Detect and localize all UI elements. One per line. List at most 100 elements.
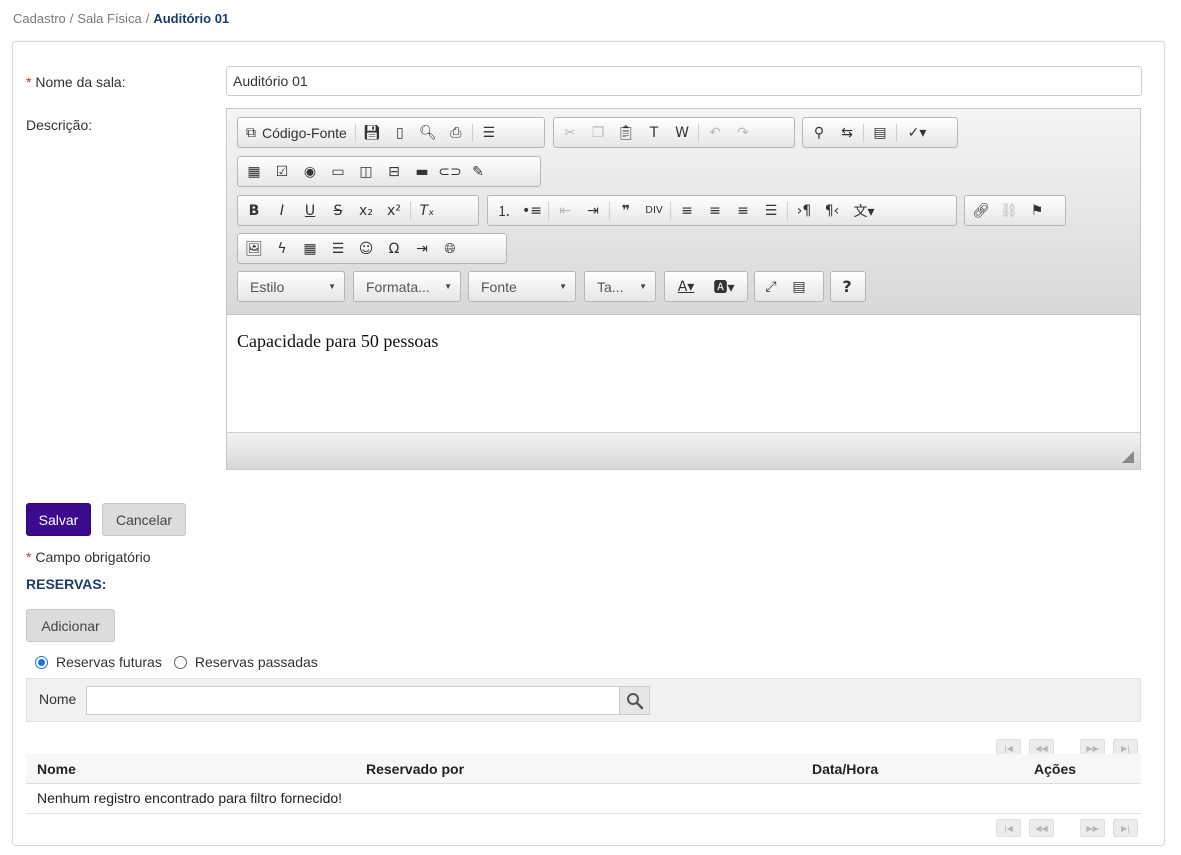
radio-past-label[interactable]: Reservas passadas (195, 654, 318, 670)
justify-icon[interactable]: ☰ (757, 198, 785, 223)
align-right-icon[interactable]: ≡ (729, 198, 757, 223)
special-char-icon[interactable]: Ω (380, 236, 408, 261)
copy-icon[interactable]: ❐ (584, 120, 612, 145)
show-blocks-icon[interactable]: ▤ (785, 274, 813, 299)
radio-future-label[interactable]: Reservas futuras (56, 654, 162, 670)
spellcheck-icon[interactable]: ✓▾ (899, 120, 935, 145)
paste-icon[interactable]: 📋︎ (612, 120, 640, 145)
source-button[interactable]: ⧉ Código-Fonte (240, 124, 353, 141)
cut-icon[interactable]: ✂ (556, 120, 584, 145)
paste-text-icon[interactable]: T (640, 120, 668, 145)
print-icon[interactable]: ⎙ (442, 120, 470, 145)
templates-icon[interactable]: ☰ (475, 120, 503, 145)
rtl-icon[interactable]: ¶‹ (818, 198, 846, 223)
prev-page-icon[interactable]: ◀◀ (1029, 819, 1054, 837)
column-header-reserved-by[interactable]: Reservado por (366, 761, 464, 777)
pager-bottom: |◀ ◀◀ ▶▶ ▶| (988, 819, 1138, 837)
blockquote-icon[interactable]: ❞ (612, 198, 640, 223)
superscript-icon[interactable]: x² (380, 198, 408, 223)
style-combo[interactable]: Estilo ▼ (237, 271, 345, 302)
smiley-icon[interactable]: ☺ (352, 236, 380, 261)
paste-word-icon[interactable]: W (668, 120, 696, 145)
breadcrumb-item-cadastro[interactable]: Cadastro (13, 11, 66, 26)
italic-icon[interactable]: I (268, 198, 296, 223)
iframe-icon[interactable]: 🌐︎ (436, 236, 464, 261)
first-page-icon[interactable]: |◀ (996, 819, 1021, 837)
toolbar-group-forms: ▦ ☑ ◉ ▭ ◫ ⊟ ▬ ⊂⊃ ✎ (237, 156, 541, 187)
select-all-icon[interactable]: ▤ (866, 120, 894, 145)
button-icon[interactable]: ▬ (408, 159, 436, 184)
language-icon[interactable]: 文▾ (846, 198, 882, 223)
unlink-icon[interactable]: ⛓ (995, 198, 1023, 223)
toolbar-group-insert: 🖼︎ ϟ ▦ ☰ ☺ Ω ⇥ 🌐︎ (237, 233, 507, 264)
underline-icon[interactable]: U (296, 198, 324, 223)
filter-name-input[interactable] (86, 686, 621, 715)
reservations-title: RESERVAS: (26, 576, 107, 592)
indent-icon[interactable]: ⇥ (579, 198, 607, 223)
table-icon[interactable]: ▦ (296, 236, 324, 261)
last-page-icon[interactable]: ▶| (1113, 819, 1138, 837)
font-combo[interactable]: Fonte ▼ (468, 271, 576, 302)
checkbox-icon[interactable]: ☑ (268, 159, 296, 184)
add-reservation-button[interactable]: Adicionar (26, 609, 115, 642)
radio-past[interactable] (173, 655, 187, 669)
replace-icon[interactable]: ⇆ (833, 120, 861, 145)
maximize-icon[interactable]: ⤢ (757, 274, 785, 299)
form-icon[interactable]: ▦ (240, 159, 268, 184)
flash-icon[interactable]: ϟ (268, 236, 296, 261)
required-note: * Campo obrigatório (26, 549, 151, 565)
toolbar-group-document: ⧉ Código-Fonte 💾︎ ▯ 🔍︎ ⎙ ☰ (237, 117, 545, 148)
redo-icon[interactable]: ↷ (729, 120, 757, 145)
find-icon[interactable]: ⚲ (805, 120, 833, 145)
radio-icon[interactable]: ◉ (296, 159, 324, 184)
textfield-icon[interactable]: ▭ (324, 159, 352, 184)
next-page-icon[interactable]: ▶▶ (1080, 819, 1105, 837)
remove-format-icon[interactable]: Tₓ (413, 198, 441, 223)
cancel-button[interactable]: Cancelar (102, 503, 186, 536)
breadcrumb-current: Auditório 01 (153, 11, 230, 26)
name-label: * Nome da sala: (26, 74, 126, 90)
align-left-icon[interactable]: ≡ (673, 198, 701, 223)
link-icon[interactable]: 🔗︎ (967, 198, 995, 223)
size-combo[interactable]: Ta... ▼ (584, 271, 656, 302)
help-icon[interactable]: ? (833, 274, 861, 299)
undo-icon[interactable]: ↶ (701, 120, 729, 145)
save-icon[interactable]: 💾︎ (358, 120, 386, 145)
resize-handle-icon[interactable] (1122, 451, 1134, 463)
horizontal-line-icon[interactable]: ☰ (324, 236, 352, 261)
chevron-down-icon: ▼ (328, 282, 336, 291)
bg-color-icon[interactable]: 🅰▾ (705, 274, 743, 299)
select-icon[interactable]: ⊟ (380, 159, 408, 184)
ltr-icon[interactable]: ›¶ (790, 198, 818, 223)
image-button-icon[interactable]: ⊂⊃ (436, 159, 464, 184)
format-combo[interactable]: Formata... ▼ (353, 271, 461, 302)
anchor-icon[interactable]: ⚑ (1023, 198, 1051, 223)
outdent-icon[interactable]: ⇤ (551, 198, 579, 223)
new-page-icon[interactable]: ▯ (386, 120, 414, 145)
filter-bar: Nome (26, 678, 1141, 722)
subscript-icon[interactable]: x₂ (352, 198, 380, 223)
radio-future[interactable] (35, 655, 48, 669)
room-name-input[interactable] (226, 66, 1142, 96)
column-header-datetime[interactable]: Data/Hora (812, 761, 878, 777)
toolbar-group-basicstyles: B I U S x₂ x² Tₓ (237, 195, 479, 226)
page-break-icon[interactable]: ⇥ (408, 236, 436, 261)
empty-message: Nenhum registro encontrado para filtro f… (37, 790, 343, 806)
div-icon[interactable]: DIV (640, 198, 668, 223)
reservation-filter-radios: Reservas futuras Reservas passadas (35, 654, 318, 670)
text-color-icon[interactable]: A▾ (667, 274, 705, 299)
column-header-name[interactable]: Nome (37, 761, 76, 777)
save-button[interactable]: Salvar (26, 503, 91, 536)
align-center-icon[interactable]: ≡ (701, 198, 729, 223)
bold-icon[interactable]: B (240, 198, 268, 223)
search-button[interactable] (619, 686, 650, 715)
editor-content[interactable]: Capacidade para 50 pessoas (227, 315, 1140, 433)
textarea-icon[interactable]: ◫ (352, 159, 380, 184)
numbered-list-icon[interactable]: ⒈ (490, 198, 518, 223)
bulleted-list-icon[interactable]: •≡ (518, 198, 546, 223)
strike-icon[interactable]: S (324, 198, 352, 223)
hidden-field-icon[interactable]: ✎ (464, 159, 492, 184)
image-icon[interactable]: 🖼︎ (240, 236, 268, 261)
preview-icon[interactable]: 🔍︎ (414, 120, 442, 145)
breadcrumb-item-sala-fisica[interactable]: Sala Física (77, 11, 141, 26)
